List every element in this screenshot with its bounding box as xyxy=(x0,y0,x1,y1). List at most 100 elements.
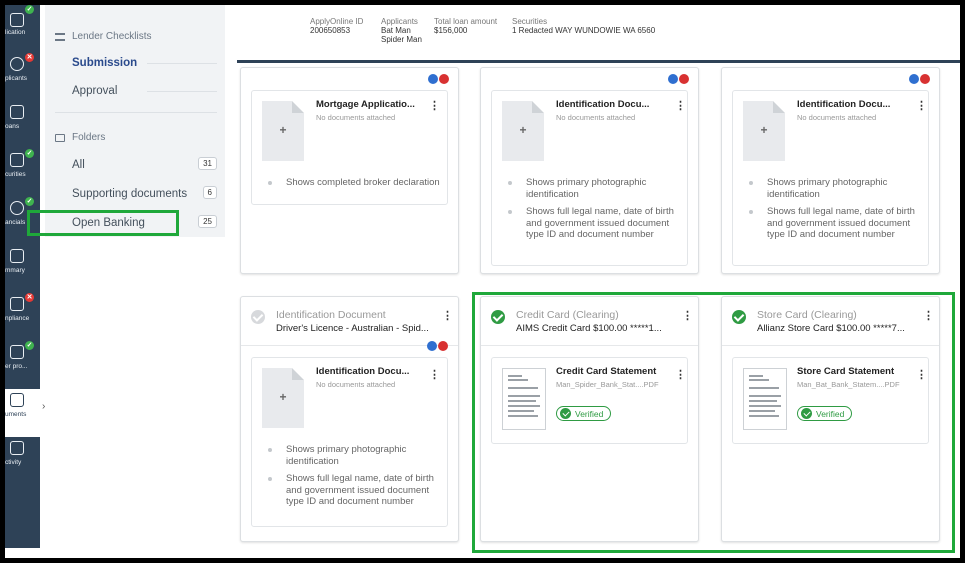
folder-count: 6 xyxy=(202,186,217,199)
document-subtitle: No documents attached xyxy=(797,113,877,122)
document-subtitle: No documents attached xyxy=(316,380,396,389)
applicants: Applicants Bat Man Spider Man xyxy=(381,17,422,44)
document-slot[interactable]: + Identification Docu... No documents at… xyxy=(491,90,688,266)
document-subtitle: No documents attached xyxy=(316,113,396,122)
bank-icon xyxy=(10,105,24,119)
nav-item-documents[interactable]: uments xyxy=(5,389,41,437)
divider xyxy=(147,63,217,64)
document-title: Mortgage Applicatio... xyxy=(316,99,415,110)
total-loan: Total loan amount $156,000 xyxy=(434,17,497,35)
divider xyxy=(241,345,458,346)
nav-item-summary[interactable]: mmary xyxy=(5,245,40,293)
applicant-dot xyxy=(427,341,437,351)
nav-item-label: uments xyxy=(5,411,27,418)
chevron-right-icon[interactable]: › xyxy=(42,401,45,412)
nav-item-label: curities xyxy=(5,171,26,178)
lender-checklists-header: Lender Checklists xyxy=(55,31,151,42)
applicant-dot xyxy=(439,74,449,84)
applicant-dot xyxy=(909,74,919,84)
plus-icon: + xyxy=(279,123,287,137)
status-ok-icon: ✓ xyxy=(25,197,34,206)
requirement-item: Shows full legal name, date of birth and… xyxy=(506,206,686,241)
nav-item-securities[interactable]: ✓ curities xyxy=(5,149,40,197)
status-ok-icon: ✓ xyxy=(25,149,34,158)
document-placeholder: + xyxy=(743,101,785,161)
document-placeholder: + xyxy=(262,101,304,161)
nav-item-activity[interactable]: ctivity xyxy=(5,437,40,485)
hourglass-icon xyxy=(10,441,24,455)
document-title: Identification Docu... xyxy=(797,99,891,110)
requirements-list: Shows primary photographic identificatio… xyxy=(747,177,927,247)
header-value: 1 Redacted WAY WUNDOWIE WA 6560 xyxy=(512,26,656,35)
kebab-menu-icon[interactable]: ⋮ xyxy=(442,309,453,322)
applicant-dot xyxy=(428,74,438,84)
open-banking-highlight xyxy=(27,210,179,236)
nav-item-application[interactable]: ✓ lication xyxy=(5,5,40,53)
header-value: 200650853 xyxy=(310,26,351,35)
nav-item-compliance[interactable]: ✕ npliance xyxy=(5,293,40,341)
applicant-dots xyxy=(428,74,449,84)
securities: Securities 1 Redacted WAY WUNDOWIE WA 65… xyxy=(512,17,655,35)
divider xyxy=(147,91,217,92)
checklist-card: + Identification Docu... No documents at… xyxy=(721,67,940,274)
plus-icon: + xyxy=(279,390,287,404)
kebab-menu-icon[interactable]: ⋮ xyxy=(675,99,686,112)
header-label: Applicants xyxy=(381,17,418,26)
nav-item-applicants[interactable]: ✕ plicants xyxy=(5,53,40,101)
card-subtitle: Driver's Licence - Australian - Spid... xyxy=(276,323,429,334)
requirement-item: Shows primary photographic identificatio… xyxy=(747,177,927,200)
header-value: Bat Man xyxy=(381,26,411,35)
requirement-item: Shows full legal name, date of birth and… xyxy=(747,206,927,241)
document-slot[interactable]: + Identification Docu... No documents at… xyxy=(251,357,448,527)
summary-icon xyxy=(10,249,24,263)
applicant-dot xyxy=(668,74,678,84)
nav-item-label: er pro... xyxy=(5,363,28,370)
header-label: Total loan amount xyxy=(434,17,498,26)
applicant-dot xyxy=(438,341,448,351)
applicant-dots xyxy=(909,74,930,84)
documents-icon xyxy=(10,393,24,407)
document-slot[interactable]: + Identification Docu... No documents at… xyxy=(732,90,929,266)
provider-icon xyxy=(10,345,24,359)
document-slot[interactable]: + Mortgage Applicatio... No documents at… xyxy=(251,90,448,205)
status-ok-icon: ✓ xyxy=(25,341,34,350)
nav-item-loans[interactable]: oans xyxy=(5,101,40,149)
header-label: Securities xyxy=(512,17,548,26)
kebab-menu-icon[interactable]: ⋮ xyxy=(429,368,440,381)
dollar-icon xyxy=(10,201,24,215)
nav-rail: ✓ lication ✕ plicants oans ✓ curities ✓ … xyxy=(5,5,41,548)
incomplete-check-icon xyxy=(251,310,265,324)
applicants-icon xyxy=(10,57,24,71)
lender-checklists-label: Lender Checklists xyxy=(72,31,152,42)
nav-item-label: mmary xyxy=(5,267,25,274)
folder-all[interactable]: All xyxy=(72,159,85,171)
folder-supporting-documents[interactable]: Supporting documents xyxy=(72,188,187,200)
card-title: Identification Document xyxy=(276,309,386,321)
applicant-dots xyxy=(668,74,689,84)
nav-item-provider[interactable]: ✓ er pro... xyxy=(5,341,40,389)
applyonline-id: ApplyOnline ID 200650853 xyxy=(310,17,363,35)
checklist-submission[interactable]: Submission xyxy=(72,57,137,69)
securities-icon xyxy=(10,153,24,167)
open-banking-cards-highlight xyxy=(472,292,955,553)
kebab-menu-icon[interactable]: ⋮ xyxy=(429,99,440,112)
requirements-list: Shows primary photographic identificatio… xyxy=(266,444,446,514)
application-icon xyxy=(10,13,24,27)
header-value: $156,000 xyxy=(434,26,468,35)
checklist-approval[interactable]: Approval xyxy=(72,85,117,97)
document-subtitle: No documents attached xyxy=(556,113,636,122)
nav-item-label: plicants xyxy=(5,75,28,82)
document-title: Identification Docu... xyxy=(316,366,410,377)
folders-label: Folders xyxy=(72,132,106,143)
kebab-menu-icon[interactable]: ⋮ xyxy=(916,99,927,112)
list-icon xyxy=(55,32,65,41)
nav-item-label: lication xyxy=(5,29,26,36)
applicant-dots xyxy=(427,341,448,351)
plus-icon: + xyxy=(760,123,768,137)
status-error-icon: ✕ xyxy=(25,53,34,62)
checklist-card: + Identification Docu... No documents at… xyxy=(480,67,699,274)
folder-count: 25 xyxy=(198,215,217,228)
header-label: ApplyOnline ID xyxy=(310,17,364,26)
requirements-list: Shows primary photographic identificatio… xyxy=(506,177,686,247)
requirement-item: Shows completed broker declaration xyxy=(266,177,446,189)
